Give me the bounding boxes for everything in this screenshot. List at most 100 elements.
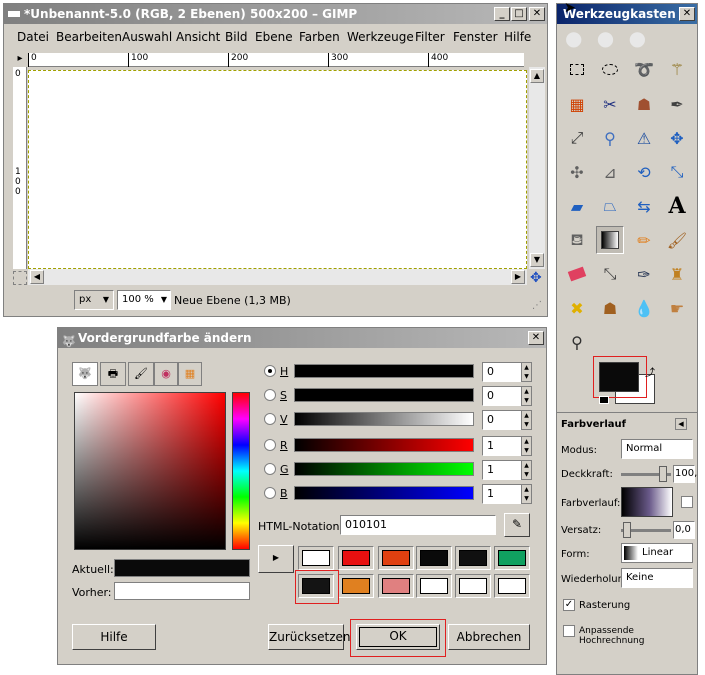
vertical-scrollbar[interactable]: ▲ ▼ (529, 67, 545, 269)
scroll-left-arrow[interactable]: ◀ (30, 270, 44, 284)
scroll-right-arrow[interactable]: ▶ (511, 270, 525, 284)
slider-r[interactable] (294, 438, 474, 452)
toolbox-titlebar[interactable]: Werkzeugkasten (557, 4, 697, 24)
quick-mask-icon[interactable] (13, 271, 27, 285)
versatz-slider-handle[interactable] (623, 522, 631, 538)
hue-strip[interactable] (232, 392, 250, 550)
slider-b[interactable] (294, 486, 474, 500)
bucket-fill-icon[interactable]: ⛾ (563, 226, 591, 254)
versatz-value[interactable]: 0,0 (673, 521, 695, 539)
form-select[interactable]: Linear (621, 543, 693, 563)
panel-menu-icon[interactable]: ◀ (675, 418, 687, 430)
scroll-down-arrow[interactable]: ▼ (530, 253, 544, 267)
history-swatch[interactable] (338, 574, 374, 598)
horizontal-ruler[interactable]: 0 100 200 300 400 (28, 53, 524, 67)
hochrechnung-checkbox[interactable] (563, 625, 575, 637)
zoom-selector[interactable]: 100 % ▼ (117, 290, 171, 310)
input-r[interactable]: 1 (482, 436, 522, 456)
radio-b[interactable] (264, 487, 276, 499)
paths-icon[interactable]: ✒ (663, 90, 691, 118)
history-arrow-button[interactable]: ▶ (258, 545, 294, 573)
rulers-corner[interactable]: ▸ (13, 53, 27, 67)
rotate-icon[interactable]: ⟲ (630, 158, 658, 186)
reverse-gradient-checkbox[interactable] (681, 496, 693, 508)
radio-s[interactable] (264, 389, 276, 401)
deckkraft-value[interactable]: 100, (673, 465, 697, 483)
rect-select-icon[interactable] (563, 55, 591, 83)
input-v[interactable]: 0 (482, 410, 522, 430)
radio-h[interactable] (264, 365, 276, 377)
menu-filter[interactable]: Filter (415, 30, 445, 44)
abbrechen-button[interactable]: Abbrechen (448, 624, 530, 650)
clone-icon[interactable]: ♜ (663, 260, 691, 288)
history-swatch[interactable] (416, 574, 452, 598)
spin-g[interactable]: ▲ ▼ (521, 460, 532, 480)
html-notation-input[interactable]: 010101 (340, 515, 496, 535)
smudge-icon[interactable]: ☛ (663, 294, 691, 322)
tab-cmyk[interactable]: 🖶 (100, 362, 126, 386)
heal-icon[interactable]: ✖ (563, 294, 591, 322)
input-b[interactable]: 1 (482, 484, 522, 504)
history-swatch[interactable] (416, 546, 452, 570)
scale-icon[interactable]: ⤡ (663, 158, 691, 186)
dialog-close-button[interactable]: ✕ (528, 331, 544, 345)
image-canvas[interactable] (28, 70, 527, 269)
unit-selector[interactable]: px ▼ (74, 290, 114, 310)
radio-v[interactable] (264, 413, 276, 425)
close-button[interactable]: ✕ (529, 7, 545, 21)
menu-farben[interactable]: Farben (299, 30, 340, 44)
minimize-button[interactable]: _ (494, 7, 510, 21)
navigate-icon[interactable]: ✥ (530, 270, 542, 286)
eraser-icon[interactable] (563, 260, 591, 288)
modus-select[interactable]: Normal (621, 439, 693, 459)
input-g[interactable]: 1 (482, 460, 522, 480)
pencil-icon[interactable]: ✏ (630, 226, 658, 254)
history-swatch[interactable] (378, 546, 414, 570)
slider-s[interactable] (294, 388, 474, 402)
history-swatch[interactable] (378, 574, 414, 598)
history-swatch[interactable] (455, 574, 491, 598)
wiederholung-select[interactable]: Keine (621, 568, 693, 588)
menu-ebene[interactable]: Ebene (255, 30, 293, 44)
flip-icon[interactable]: ⇆ (630, 192, 658, 220)
menu-fenster[interactable]: Fenster (453, 30, 498, 44)
image-window-titlebar[interactable]: *Unbenannt-5.0 (RGB, 2 Ebenen) 500x200 –… (4, 4, 547, 24)
slider-g[interactable] (294, 462, 474, 476)
free-select-icon[interactable]: ➰ (630, 55, 658, 83)
text-icon[interactable]: A (663, 192, 691, 220)
align-icon[interactable]: ✣ (563, 158, 591, 186)
color-picker-icon[interactable]: ⤢ (563, 124, 591, 152)
resize-grip-icon[interactable]: ⋰ (532, 300, 542, 311)
menu-ansicht[interactable]: Ansicht (176, 30, 220, 44)
slider-v[interactable] (294, 412, 474, 426)
scissors-icon[interactable]: ✂ (596, 90, 624, 118)
menu-werkzeuge[interactable]: Werkzeuge (347, 30, 414, 44)
input-h[interactable]: 0 (482, 362, 522, 382)
ellipse-select-icon[interactable] (596, 55, 624, 83)
zoom-icon[interactable]: ⚲ (596, 124, 624, 152)
history-swatch[interactable] (494, 574, 530, 598)
fuzzy-select-icon[interactable]: ⚚ (663, 55, 691, 83)
spin-b[interactable]: ▲ ▼ (521, 484, 532, 504)
tab-watercolor[interactable]: 🖌 (128, 362, 154, 386)
history-swatch[interactable] (298, 546, 334, 570)
spin-h[interactable]: ▲ ▼ (521, 362, 532, 382)
zuruecksetzen-button[interactable]: Zurücksetzen (268, 624, 351, 650)
hilfe-button[interactable]: Hilfe (72, 624, 156, 650)
tab-wheel[interactable]: ◉ (154, 362, 178, 386)
color-area[interactable] (74, 392, 226, 550)
spin-r[interactable]: ▲ ▼ (521, 436, 532, 456)
history-swatch[interactable] (494, 546, 530, 570)
toolbox-close-button[interactable]: ✕ (679, 7, 695, 21)
foreground-select-icon[interactable]: ☗ (630, 90, 658, 118)
airbrush-icon[interactable]: ⤡ (596, 260, 624, 288)
deckkraft-slider-handle[interactable] (659, 466, 667, 482)
color-select-icon[interactable]: ▦ (563, 90, 591, 118)
spin-s[interactable]: ▲ ▼ (521, 386, 532, 406)
horizontal-scrollbar[interactable]: ◀ ▶ (28, 269, 527, 285)
history-swatch[interactable] (455, 546, 491, 570)
vertical-ruler[interactable]: 0 1 0 0 (13, 67, 27, 269)
perspective-icon[interactable]: ⏢ (596, 192, 624, 220)
ink-icon[interactable]: ✑ (630, 260, 658, 288)
gradient-preview[interactable] (621, 487, 673, 517)
